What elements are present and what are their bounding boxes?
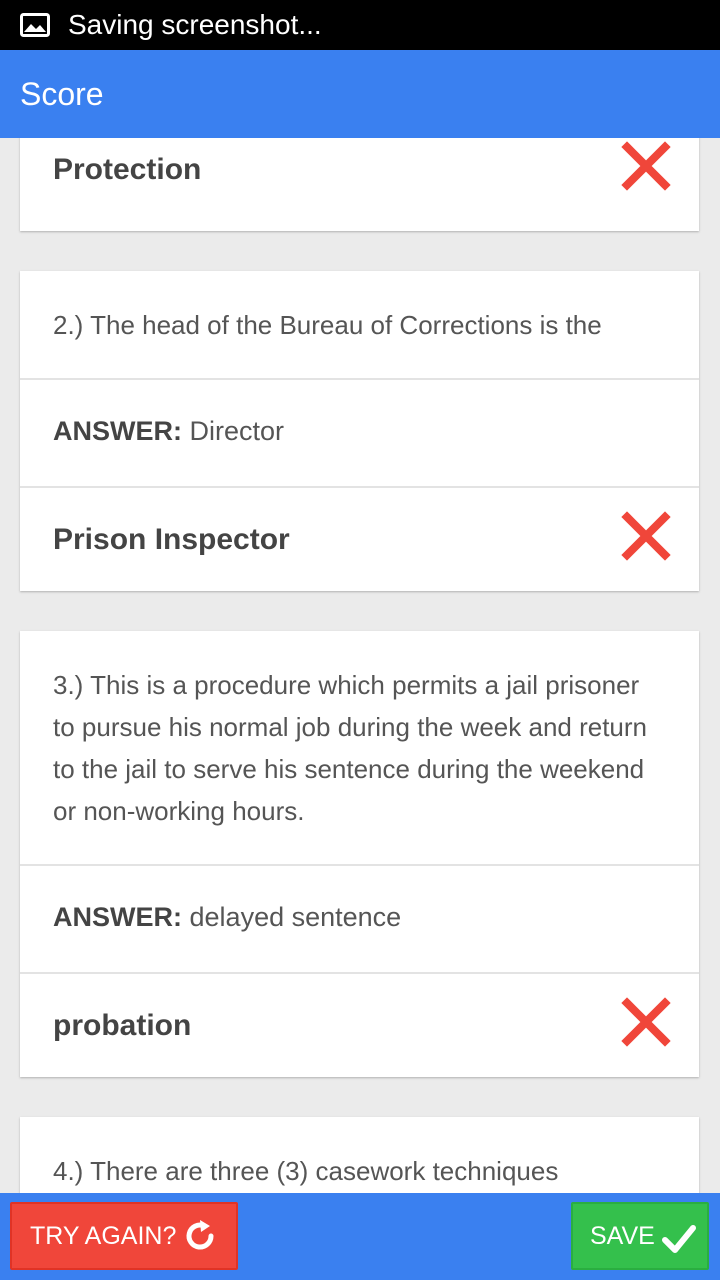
choice-row: probation (20, 972, 699, 1077)
question-row: 4.) There are three (3) casework techniq… (20, 1117, 699, 1193)
chosen-answer: Protection (53, 153, 202, 186)
answer-value: Director (189, 416, 285, 446)
refresh-icon (186, 1220, 214, 1250)
correct-answer: ANSWER: delayed sentence (53, 902, 401, 933)
status-bar: Saving screenshot... (0, 0, 720, 50)
app-bar: Score (0, 50, 720, 138)
chosen-answer: probation (53, 1009, 192, 1042)
status-text: Saving screenshot... (68, 9, 322, 40)
question-row: 3.) This is a procedure which permits a … (20, 631, 699, 864)
answer-label: ANSWER: (53, 416, 182, 446)
question-text: 2.) The head of the Bureau of Correction… (53, 310, 602, 340)
correct-answer: ANSWER: Director (53, 416, 284, 447)
question-card: 2.) The head of the Bureau of Correction… (20, 271, 699, 591)
cross-icon (621, 141, 671, 191)
question-card: 4.) There are three (3) casework techniq… (20, 1117, 699, 1193)
question-text: 4.) There are three (3) casework techniq… (53, 1156, 559, 1186)
question-text: 3.) This is a procedure which permits a … (53, 670, 648, 826)
answer-label: ANSWER: (53, 902, 182, 932)
save-button[interactable]: SAVE (571, 1202, 709, 1270)
answer-row: ANSWER: Director (20, 378, 699, 486)
choice-row: Prison Inspector (20, 486, 699, 591)
score-list[interactable]: Protection 2.) The head of the Bureau of… (0, 138, 720, 1193)
try-again-button[interactable]: TRY AGAIN? (10, 1202, 238, 1270)
question-card: 3.) This is a procedure which permits a … (20, 631, 699, 1077)
try-again-label: TRY AGAIN? (30, 1221, 177, 1250)
image-icon (20, 13, 50, 37)
question-row: 2.) The head of the Bureau of Correction… (20, 271, 699, 378)
answer-row: ANSWER: delayed sentence (20, 864, 699, 972)
choice-row: Protection (20, 138, 699, 231)
page-title: Score (20, 75, 104, 112)
cross-icon (621, 511, 671, 561)
answer-value: delayed sentence (189, 902, 402, 932)
chosen-answer: Prison Inspector (53, 523, 290, 556)
bottom-action-bar: TRY AGAIN? SAVE (0, 1193, 720, 1280)
cross-icon (621, 997, 671, 1047)
check-icon (661, 1225, 696, 1253)
save-label: SAVE (590, 1221, 655, 1250)
question-card: Protection (20, 138, 699, 231)
